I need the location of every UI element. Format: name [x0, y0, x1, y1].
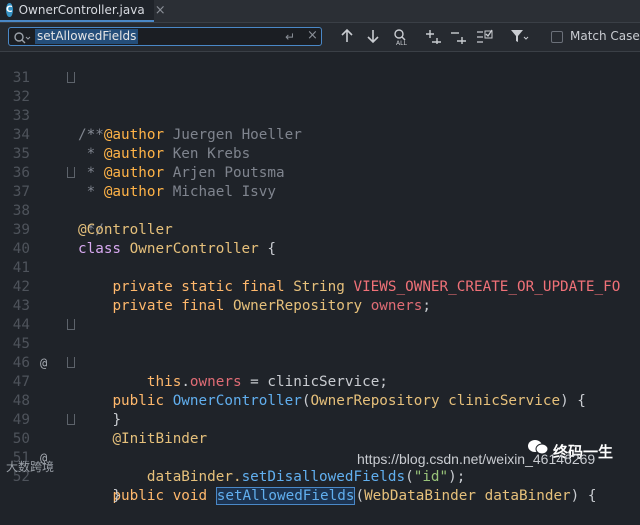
add-selection-icon[interactable]	[425, 28, 443, 48]
match-case-label: Match Case	[570, 29, 640, 43]
param-name: dataBinder	[484, 488, 571, 504]
code-line: 34 * @author Ken Krebs	[0, 107, 640, 162]
type-name: WebDataBinder	[364, 488, 476, 504]
fold-icon[interactable]	[67, 414, 75, 425]
search-input[interactable]: setAllowedFields ↵ ×	[8, 27, 322, 46]
code-line: 50 @ public void setAllowedFields(WebDat…	[0, 411, 640, 505]
remove-selection-icon[interactable]	[450, 28, 468, 48]
fold-icon[interactable]	[67, 72, 75, 83]
find-all-icon[interactable]: ALL	[392, 28, 410, 50]
tab-bar: C OwnerController.java ×	[0, 0, 640, 23]
code-line: 41 private static final String VIEWS_OWN…	[0, 240, 640, 295]
fold-icon[interactable]	[67, 319, 75, 330]
filter-icon[interactable]	[510, 28, 530, 48]
code-line: 32 /**	[0, 69, 640, 143]
select-all-occurrences-icon[interactable]	[476, 28, 494, 48]
code-line: 42 private final OwnerRepository owners;	[0, 259, 640, 314]
search-query: setAllowedFields	[35, 29, 139, 44]
next-occurrence-icon[interactable]	[366, 28, 380, 48]
code-line: 46 this.owners = clinicService;	[0, 335, 640, 390]
code-line: 48	[0, 373, 640, 409]
close-icon[interactable]: ×	[155, 3, 166, 18]
fold-icon[interactable]	[67, 357, 75, 368]
code-line: 49 @InitBinder	[0, 392, 640, 447]
code-line: 37 */	[0, 164, 640, 238]
watermark-url: https://blog.csdn.net/weixin_46146269	[357, 451, 596, 467]
code-line: 47 }	[0, 354, 640, 428]
string-literal: "id"	[413, 469, 449, 485]
watermark-left: 大数跨境	[6, 460, 55, 474]
java-class-icon: C	[6, 3, 13, 17]
code-line: 39 class OwnerController {	[0, 202, 640, 257]
fold-icon[interactable]	[67, 167, 75, 178]
svg-text:ALL: ALL	[396, 40, 407, 46]
method-name: setDisallowedFields	[241, 469, 406, 485]
previous-occurrence-icon[interactable]	[340, 28, 354, 48]
code-line: 44	[0, 297, 640, 333]
search-icon	[13, 30, 31, 49]
keyword: public void	[112, 488, 208, 504]
match-case-checkbox[interactable]	[551, 31, 563, 43]
find-bar: setAllowedFields ↵ × ALL Match Case	[0, 23, 640, 52]
tab-title: OwnerController.java	[18, 3, 145, 17]
code-line: 33 * @author Juergen Hoeller	[0, 88, 640, 143]
code-editor[interactable]: 31 32 /** 33 * @author Juergen Hoeller 3…	[0, 50, 640, 505]
code-line: 40	[0, 221, 640, 257]
clear-icon[interactable]: ×	[307, 28, 318, 43]
search-match: setAllowedFields	[215, 487, 356, 505]
code-line: 36 * @author Michael Isvy	[0, 145, 640, 200]
object-name: dataBinder.	[146, 469, 242, 485]
code-line: 38 @Controller	[0, 183, 640, 238]
code-line: 35 * @author Arjen Poutsma	[0, 126, 640, 181]
code-line: 45 @ public OwnerController(OwnerReposit…	[0, 316, 640, 409]
code-line: 43	[0, 278, 640, 314]
tab-owner-controller[interactable]: C OwnerController.java ×	[0, 0, 166, 22]
enter-icon: ↵	[285, 30, 296, 44]
code-line: 31	[0, 50, 640, 86]
